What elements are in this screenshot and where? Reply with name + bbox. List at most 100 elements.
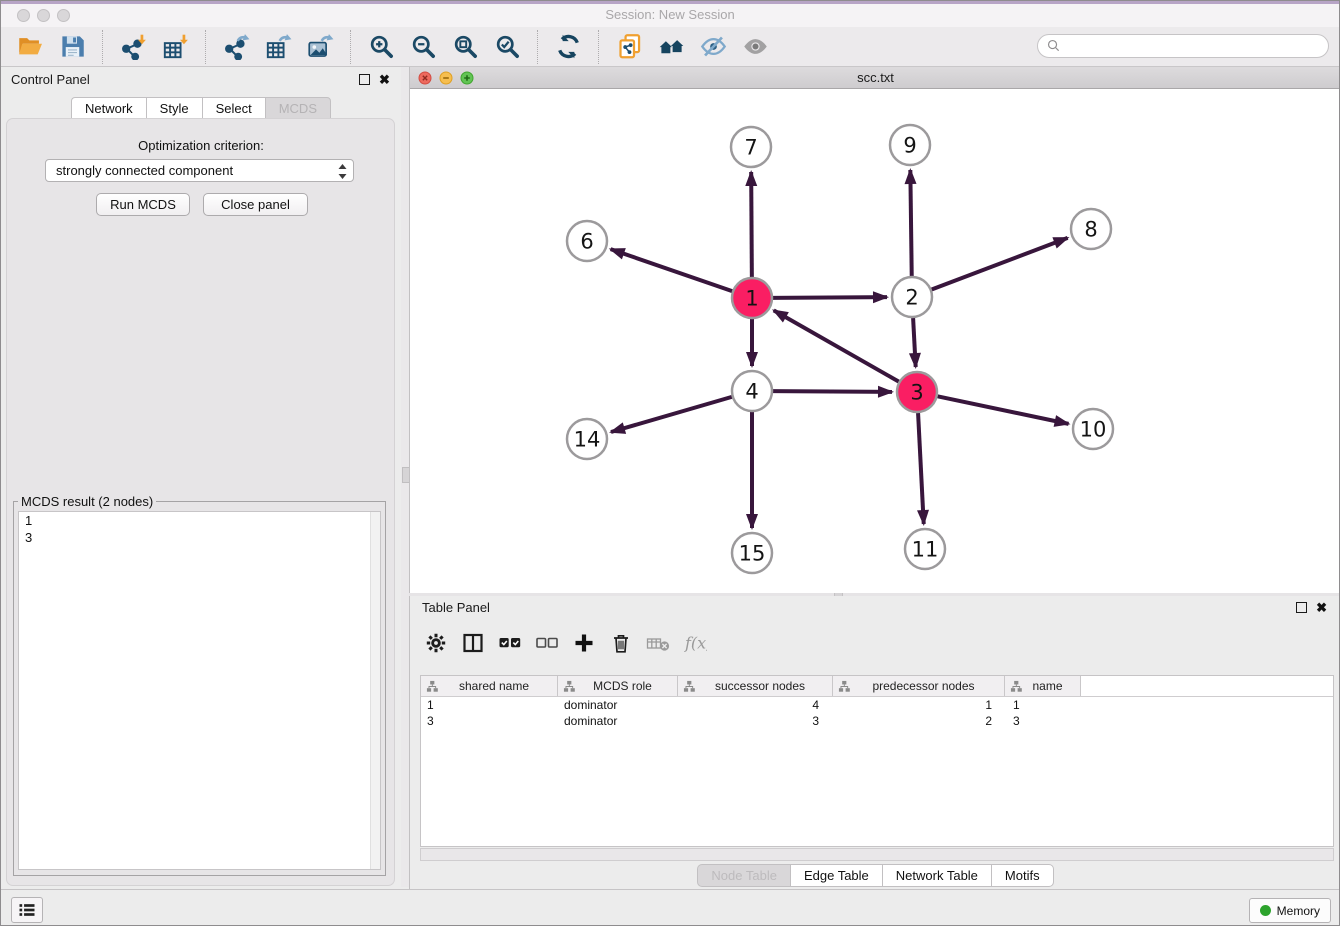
graph-node-8[interactable]: 8 (1071, 209, 1111, 249)
graph-edge-2-3[interactable] (913, 318, 916, 367)
select-all-icon[interactable] (496, 629, 524, 657)
import-network-icon[interactable] (118, 32, 148, 62)
network-window-titlebar[interactable]: scc.txt (410, 67, 1340, 89)
add-row-icon[interactable] (570, 629, 598, 657)
table-cell[interactable]: dominator (558, 698, 678, 712)
zoom-selected-icon[interactable] (492, 32, 522, 62)
table-cell[interactable]: 1 (833, 698, 1005, 712)
table-panel: Table Panel ✖ f(x) shared nameMCDS roles… (409, 596, 1340, 889)
zoom-out-icon[interactable] (408, 32, 438, 62)
import-table-icon[interactable] (160, 32, 190, 62)
toolbar-separator (598, 30, 599, 64)
network-view-window: scc.txt 7 9 6 8 1 2 4 3 14 10 15 11 (409, 67, 1340, 593)
table-horizontal-scrollbar[interactable] (420, 848, 1334, 861)
node-label: 14 (574, 428, 601, 452)
memory-button[interactable]: Memory (1249, 898, 1331, 923)
graph-edge-3-11[interactable] (918, 413, 924, 524)
mcds-result-text[interactable]: 13 (18, 511, 381, 870)
graph-edge-3-10[interactable] (938, 396, 1069, 424)
graph-node-1[interactable]: 1 (732, 278, 772, 318)
column-header-successor-nodes[interactable]: successor nodes (678, 676, 833, 696)
table-settings-icon[interactable] (422, 629, 450, 657)
table-cell[interactable]: 2 (833, 714, 1005, 728)
node-label: 1 (745, 287, 758, 311)
graph-edge-3-1[interactable] (774, 310, 899, 381)
close-panel-icon[interactable]: ✖ (1316, 602, 1327, 613)
column-header-predecessor-nodes[interactable]: predecessor nodes (833, 676, 1005, 696)
graph-node-10[interactable]: 10 (1073, 409, 1113, 449)
table-row[interactable]: 1dominator411 (421, 697, 1333, 713)
tab-mcds[interactable]: MCDS (265, 97, 331, 120)
search-box[interactable] (1037, 34, 1329, 58)
tree-icon (838, 680, 851, 693)
tab-select[interactable]: Select (202, 97, 265, 120)
export-image-icon[interactable] (305, 32, 335, 62)
graph-node-14[interactable]: 14 (567, 419, 607, 459)
network-canvas[interactable]: 7 9 6 8 1 2 4 3 14 10 15 11 (410, 89, 1340, 593)
table-cell[interactable]: 1 (421, 698, 558, 712)
export-table-icon[interactable] (263, 32, 293, 62)
graph-node-15[interactable]: 15 (732, 533, 772, 573)
network-graph[interactable]: 7 9 6 8 1 2 4 3 14 10 15 11 (410, 89, 1340, 593)
table-cell[interactable]: dominator (558, 714, 678, 728)
show-all-icon[interactable] (740, 32, 770, 62)
zoom-in-icon[interactable] (366, 32, 396, 62)
graph-edge-2-9[interactable] (910, 170, 911, 276)
open-file-icon[interactable] (15, 32, 45, 62)
graph-node-3[interactable]: 3 (897, 372, 937, 412)
tab-network-table[interactable]: Network Table (882, 864, 991, 887)
table-cell[interactable]: 4 (678, 698, 833, 712)
clone-network-icon[interactable] (614, 32, 644, 62)
tab-edge-table[interactable]: Edge Table (790, 864, 882, 887)
mcds-scrollbar[interactable] (370, 512, 380, 869)
graph-edge-2-8[interactable] (932, 238, 1068, 290)
criterion-dropdown[interactable]: strongly connected component (45, 159, 354, 182)
graph-edge-1-2[interactable] (773, 297, 887, 298)
float-panel-icon[interactable] (359, 74, 370, 85)
hide-selected-icon[interactable] (698, 32, 728, 62)
column-header-MCDS-role[interactable]: MCDS role (558, 676, 678, 696)
table-cell[interactable]: 1 (1005, 698, 1081, 712)
tab-style[interactable]: Style (146, 97, 202, 120)
float-panel-icon[interactable] (1296, 602, 1307, 613)
run-mcds-button[interactable]: Run MCDS (96, 193, 190, 216)
column-header-name[interactable]: name (1005, 676, 1081, 696)
graph-node-11[interactable]: 11 (905, 529, 945, 569)
tab-node-table[interactable]: Node Table (697, 864, 790, 887)
graph-node-6[interactable]: 6 (567, 221, 607, 261)
graph-node-7[interactable]: 7 (731, 127, 771, 167)
table-body: 1dominator4113dominator323 (421, 697, 1333, 729)
deselect-all-icon[interactable] (533, 629, 561, 657)
close-panel-icon[interactable]: ✖ (379, 74, 390, 85)
table-cell[interactable]: 3 (421, 714, 558, 728)
split-panel-icon[interactable] (459, 629, 487, 657)
table-cell[interactable]: 3 (678, 714, 833, 728)
tab-motifs[interactable]: Motifs (991, 864, 1054, 887)
vertical-splitter[interactable] (401, 67, 409, 887)
save-session-icon[interactable] (57, 32, 87, 62)
export-network-icon[interactable] (221, 32, 251, 62)
graph-edge-4-14[interactable] (611, 397, 732, 432)
table-row[interactable]: 3dominator323 (421, 713, 1333, 729)
control-panel-controls: ✖ (359, 74, 390, 85)
search-input[interactable] (1066, 38, 1328, 54)
zoom-fit-icon[interactable] (450, 32, 480, 62)
graph-edge-1-6[interactable] (611, 249, 733, 291)
graph-node-2[interactable]: 2 (892, 277, 932, 317)
graph-edge-4-3[interactable] (773, 391, 892, 392)
graph-node-9[interactable]: 9 (890, 125, 930, 165)
node-label: 7 (744, 136, 757, 160)
delete-row-icon[interactable] (607, 629, 635, 657)
apply-preferred-layout-icon[interactable] (553, 32, 583, 62)
graph-edge-1-7[interactable] (751, 172, 752, 277)
close-panel-button[interactable]: Close panel (203, 193, 308, 216)
column-header-shared-name[interactable]: shared name (421, 676, 558, 696)
show-panels-button[interactable] (11, 897, 43, 923)
table-panel-title: Table Panel (422, 600, 490, 615)
memory-status-icon (1260, 905, 1271, 916)
graph-node-4[interactable]: 4 (732, 371, 772, 411)
first-neighbors-icon[interactable] (656, 32, 686, 62)
table-cell[interactable]: 3 (1005, 714, 1081, 728)
dropdown-stepper-icon (337, 163, 348, 180)
tab-network[interactable]: Network (71, 97, 146, 120)
